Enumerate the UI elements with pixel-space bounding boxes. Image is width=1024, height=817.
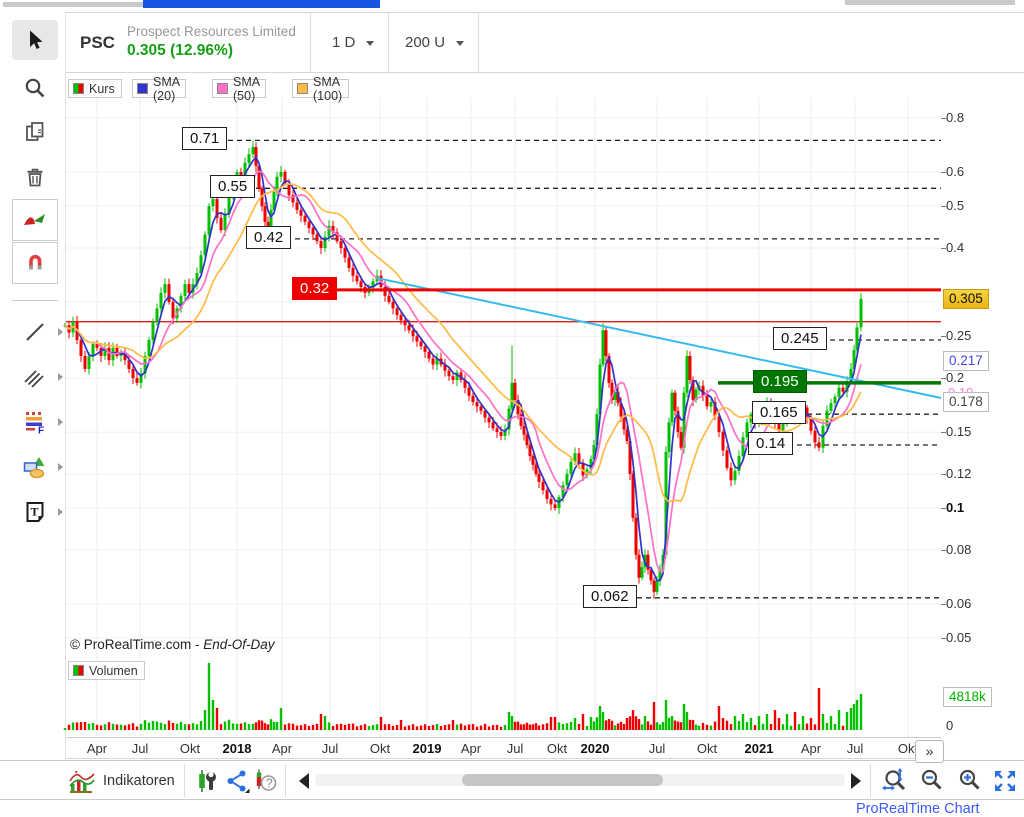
- legend-swatch-icon: [217, 83, 228, 94]
- price-level-label-0.062[interactable]: 0.062: [583, 585, 637, 608]
- legend-label: SMA (20): [153, 75, 179, 103]
- legend-item-sma-20-[interactable]: SMA (20): [132, 79, 186, 98]
- copyright-watermark: © ProRealTime.com - End-Of-Day: [70, 637, 275, 652]
- sma20-value-box: 0.217: [943, 351, 989, 371]
- legend-swatch-icon: [297, 83, 308, 94]
- legend-swatch-icon: [137, 83, 148, 94]
- price-level-label-0.245[interactable]: 0.245: [773, 327, 827, 350]
- price-level-label-0.165[interactable]: 0.165: [752, 401, 806, 424]
- price-level-label-0.71[interactable]: 0.71: [182, 127, 227, 150]
- price-level-label-0.42[interactable]: 0.42: [246, 226, 291, 249]
- current-price-box: 0.305: [943, 289, 989, 309]
- legend-item-sma-50-[interactable]: SMA (50): [212, 79, 266, 98]
- legend-item-sma-100-[interactable]: SMA (100): [292, 79, 349, 98]
- price-level-label-0.55[interactable]: 0.55: [210, 175, 255, 198]
- legend-item-kurs[interactable]: Kurs: [68, 79, 122, 98]
- price-level-label-0.195[interactable]: 0.195: [753, 370, 807, 393]
- legend-label: SMA (100): [313, 75, 342, 103]
- legend-swatch-icon: [73, 83, 84, 94]
- legend-label: Kurs: [89, 82, 115, 96]
- axis-more-button[interactable]: »: [915, 740, 944, 763]
- trendline-value-box: 0.178: [943, 392, 989, 412]
- legend-item-volumen[interactable]: Volumen: [68, 661, 145, 680]
- volume-max-box: 4818k: [943, 687, 992, 707]
- legend-label: SMA (50): [233, 75, 259, 103]
- legend-label: Volumen: [89, 664, 138, 678]
- price-level-label-0.14[interactable]: 0.14: [748, 432, 793, 455]
- price-chart-canvas[interactable]: [0, 0, 1024, 817]
- price-level-label-0.32[interactable]: 0.32: [292, 277, 337, 300]
- legend-swatch-icon: [73, 665, 84, 676]
